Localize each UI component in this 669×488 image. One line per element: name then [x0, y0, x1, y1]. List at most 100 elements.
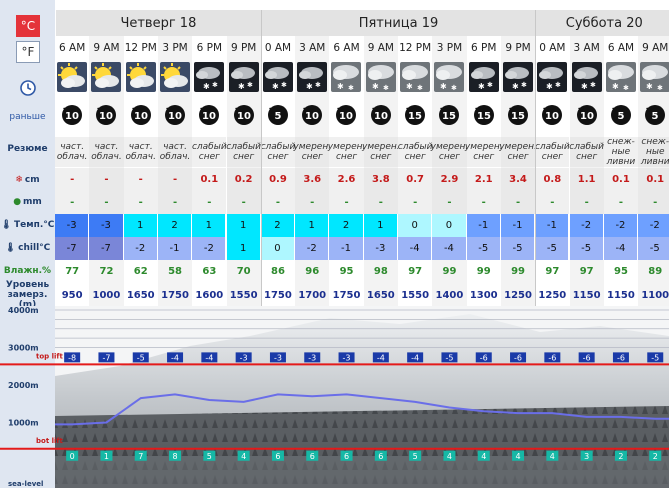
- wind-chill-icon: 🌡: [4, 243, 17, 253]
- svg-text:10: 10: [202, 111, 216, 122]
- clock-icon[interactable]: [20, 80, 36, 96]
- temp-cell: 1: [123, 214, 158, 237]
- bottom-lift-temp: 6: [344, 452, 349, 461]
- celsius-toggle[interactable]: °C: [16, 15, 40, 37]
- top-lift-temp: -8: [68, 353, 76, 362]
- svg-text:15: 15: [477, 111, 491, 122]
- day-header[interactable]: Суббота 20: [535, 10, 669, 36]
- rain-cell: -: [363, 191, 398, 214]
- freeze-level-cell: 1700: [298, 290, 327, 301]
- thermometer-icon: 🌡: [0, 220, 13, 230]
- svg-text:✱: ✱: [521, 81, 527, 89]
- svg-text:15: 15: [408, 111, 422, 122]
- chill-cell: -7: [55, 237, 90, 260]
- snow-cell: 2.9: [432, 168, 467, 191]
- day-separator: [535, 10, 537, 306]
- summary-cell: слабый снег: [261, 137, 295, 167]
- humidity-cell: 99: [442, 266, 457, 277]
- night-snow-icon: ✱ ✱: [537, 62, 568, 92]
- summary-cell: слабый снег: [192, 137, 227, 167]
- wind-arrow-icon: 10: [300, 103, 324, 127]
- freeze-level-cell: 1000: [92, 290, 121, 301]
- svg-text:10: 10: [580, 111, 594, 122]
- time-cell: 3 AM: [573, 42, 600, 54]
- day-header[interactable]: Пятница 19: [260, 10, 536, 36]
- chart-axis-strip: [0, 306, 55, 488]
- fahrenheit-toggle[interactable]: °F: [16, 41, 40, 63]
- time-cell: 6 AM: [59, 42, 86, 54]
- snowflake-icon: ❄: [15, 175, 23, 185]
- snow-cell: 1.1: [569, 168, 604, 191]
- top-lift-temp: -4: [411, 353, 419, 362]
- freeze-level-cell: 1750: [161, 290, 189, 301]
- wind-arrow-icon: 15: [437, 103, 461, 127]
- rain-cell: -: [226, 191, 261, 214]
- humidity-cell: 97: [545, 266, 560, 277]
- chill-cell: -5: [535, 237, 570, 260]
- rain-cell: -: [329, 191, 364, 214]
- wind-arrow-icon: 10: [334, 103, 358, 127]
- rain-cell: -: [500, 191, 536, 214]
- top-lift-temp: -6: [617, 353, 625, 362]
- temp-cell: 1: [192, 214, 227, 237]
- svg-text:✱: ✱: [612, 82, 619, 91]
- summary-cell: умерен. снег: [465, 137, 503, 167]
- svg-text:✱: ✱: [623, 84, 629, 92]
- rain-cell: -: [466, 191, 501, 214]
- chill-cell: 0: [260, 237, 296, 260]
- chill-cell: -5: [466, 237, 501, 260]
- earlier-link[interactable]: раньше: [0, 104, 55, 130]
- summary-cell: част. облач.: [89, 137, 124, 167]
- svg-text:10: 10: [237, 111, 251, 122]
- snow-cell: 3.8: [363, 168, 398, 191]
- wind-arrow-icon: 10: [540, 103, 564, 127]
- summary-cell: слабый снег: [569, 137, 604, 167]
- chill-cell: -1: [157, 237, 193, 260]
- chill-cell: -3: [363, 237, 398, 260]
- altitude-label: 3000m: [8, 344, 39, 353]
- raindrop-icon: ●: [13, 197, 22, 207]
- freeze-level-cell: 1250: [538, 290, 567, 301]
- freezing-level-chart: -8 0 -7 1 -5 7 -4 8 -4 5 -3 4 -3 6 -3 6 -3 6 -4 6 -4 5 -5 4 -6 4 -…: [0, 306, 669, 488]
- top-lift-label: top lift: [36, 352, 63, 360]
- snow-cell: 3.6: [295, 168, 330, 191]
- earlier-link-label: раньше: [9, 112, 46, 122]
- summary-cell: умерен. снег: [431, 137, 468, 167]
- day-separator: [260, 10, 262, 306]
- rain-cell: -: [89, 191, 124, 214]
- sea-level-label: sea-level: [8, 480, 43, 488]
- top-lift-temp: -4: [205, 353, 213, 362]
- wind-arrow-icon: 10: [369, 103, 393, 127]
- snow-cell: 0.8: [535, 168, 570, 191]
- svg-text:5: 5: [274, 111, 281, 122]
- cloud-snow-icon: ✱ ✱: [400, 62, 430, 92]
- svg-text:✱: ✱: [383, 84, 389, 92]
- temp-cell: -1: [466, 214, 501, 237]
- cloud-snow-icon: ✱ ✱: [640, 62, 669, 92]
- night-snow-icon: ✱ ✱: [228, 62, 259, 92]
- temp-cell: -3: [55, 214, 90, 237]
- svg-text:✱: ✱: [555, 81, 561, 89]
- cloud-snow-icon: ✱ ✱: [605, 62, 636, 92]
- svg-text:✱: ✱: [281, 81, 287, 89]
- rain-cell: -: [123, 191, 158, 214]
- night-snow-icon: ✱ ✱: [262, 62, 293, 92]
- wind-arrow-icon: 10: [94, 103, 118, 127]
- chill-cell: -5: [500, 237, 536, 260]
- temp-cell: 1: [295, 214, 330, 237]
- snow-cell: 0.1: [603, 168, 639, 191]
- top-lift-temp: -5: [445, 353, 453, 362]
- bottom-lift-temp: 6: [310, 452, 315, 461]
- temp-cell: -2: [603, 214, 639, 237]
- chill-label: 🌡 chill°C: [0, 237, 55, 259]
- snow-label: ❄ cm: [0, 169, 55, 191]
- top-lift-temp: -3: [240, 353, 248, 362]
- bottom-lift-temp: 4: [447, 452, 452, 461]
- temp-cell: 1: [226, 214, 261, 237]
- day-header[interactable]: Четверг 18: [55, 10, 261, 36]
- freeze-level-cell: 1400: [435, 290, 464, 301]
- freeze-level-cell: 1300: [469, 290, 498, 301]
- sun-cloud-icon: [57, 62, 87, 92]
- wind-arrow-icon: 10: [60, 103, 84, 127]
- summary-cell: част. облач.: [123, 137, 158, 167]
